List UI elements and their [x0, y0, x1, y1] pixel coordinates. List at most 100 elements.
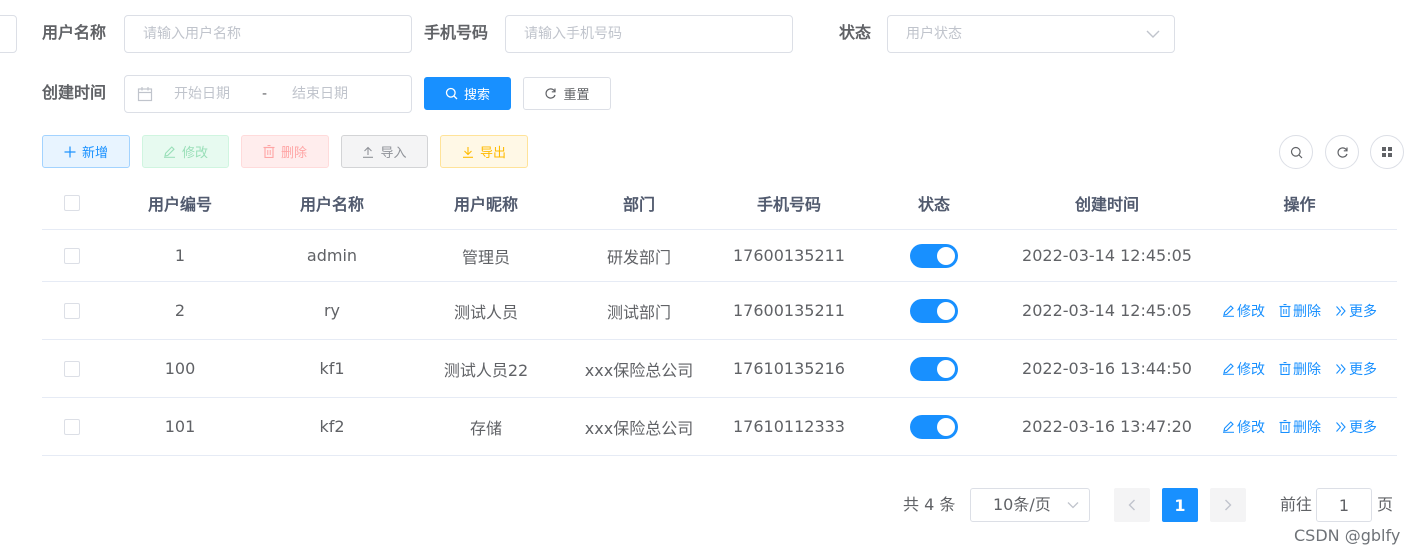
add-button[interactable]: 新增	[42, 135, 130, 168]
date-separator: -	[262, 86, 268, 102]
status-placeholder: 用户状态	[906, 26, 962, 42]
status-switch[interactable]	[910, 414, 958, 439]
select-all-checkbox[interactable]	[64, 194, 80, 211]
cut-off-input[interactable]	[0, 15, 17, 53]
row-edit-link[interactable]: 修改	[1222, 301, 1265, 321]
refresh-icon	[545, 88, 557, 99]
row-checkbox[interactable]	[64, 360, 80, 377]
delete-button-label: 删除	[280, 146, 307, 161]
row-checkbox[interactable]	[64, 418, 80, 435]
refresh-button[interactable]	[1325, 135, 1359, 169]
nickname-cell: 存储	[469, 418, 502, 438]
actions-cell: 修改 删除 更多	[1212, 282, 1387, 339]
next-page-button[interactable]	[1210, 488, 1246, 522]
row-edit-label: 修改	[1237, 361, 1265, 378]
start-date-placeholder[interactable]: 开始日期	[174, 76, 230, 112]
row-more-link[interactable]: 更多	[1335, 417, 1377, 437]
row-more-label: 更多	[1349, 419, 1377, 436]
status-label: 状态	[839, 23, 872, 42]
user-id-cell: 1	[174, 246, 186, 265]
phone-cell: 17610112333	[733, 417, 845, 436]
phone-cell: 17610135216	[733, 359, 845, 378]
table-row: 100 kf1 测试人员22 xxx保险总公司 17610135216 2022-03-1…	[42, 340, 1397, 398]
row-edit-label: 修改	[1237, 303, 1265, 320]
double-chevron-right-icon	[1336, 363, 1346, 374]
export-button[interactable]: 导出	[440, 135, 528, 168]
end-date-placeholder[interactable]: 结束日期	[292, 76, 348, 112]
username-label: 用户名称	[42, 23, 107, 42]
toggle-search-button[interactable]	[1279, 135, 1313, 169]
header-created: 创建时间	[1074, 194, 1139, 214]
row-delete-link[interactable]: 删除	[1279, 417, 1321, 437]
edit-button-label: 修改	[181, 146, 208, 161]
phone-input[interactable]: 请输入手机号码	[505, 15, 793, 53]
import-button[interactable]: 导入	[341, 135, 428, 168]
status-cell	[866, 230, 1002, 281]
edit-icon	[1223, 305, 1234, 317]
row-more-link[interactable]: 更多	[1335, 359, 1377, 379]
created-cell: 2022-03-16 13:44:50	[1022, 359, 1192, 378]
username-cell: kf1	[319, 359, 345, 378]
edit-button[interactable]: 修改	[142, 135, 229, 168]
row-delete-label: 删除	[1293, 303, 1321, 320]
grid-icon	[1382, 147, 1392, 157]
reset-button-label: 重置	[563, 88, 590, 103]
status-cell	[866, 340, 1002, 397]
edit-icon	[1223, 363, 1234, 375]
status-cell	[866, 282, 1002, 339]
columns-button[interactable]	[1370, 135, 1404, 169]
calendar-icon	[137, 87, 153, 102]
dept-cell: xxx保险总公司	[584, 418, 694, 438]
reset-button[interactable]: 重置	[523, 77, 611, 110]
row-delete-label: 删除	[1293, 361, 1321, 378]
status-select[interactable]: 用户状态	[887, 15, 1175, 53]
search-button[interactable]: 搜索	[424, 77, 511, 110]
table-row: 1 admin 管理员 研发部门 17600135211 2022-03-14 12:45…	[42, 230, 1397, 282]
status-switch[interactable]	[910, 298, 958, 323]
delete-button[interactable]: 删除	[241, 135, 329, 168]
status-switch[interactable]	[910, 243, 958, 268]
actions-cell	[1212, 230, 1387, 281]
user-id-cell: 100	[164, 359, 196, 378]
created-cell: 2022-03-14 12:45:05	[1022, 246, 1192, 265]
row-edit-link[interactable]: 修改	[1222, 359, 1265, 379]
add-button-label: 新增	[81, 146, 108, 161]
plus-icon	[64, 146, 76, 157]
header-nickname: 用户昵称	[453, 194, 518, 214]
trash-icon	[1279, 304, 1291, 317]
import-button-label: 导入	[380, 146, 407, 161]
date-range-picker[interactable]: 开始日期 - 结束日期	[124, 75, 412, 113]
dept-cell: xxx保险总公司	[584, 360, 694, 380]
page-size-value: 10条/页	[993, 495, 1051, 514]
search-button-label: 搜索	[463, 88, 490, 103]
username-cell: admin	[306, 246, 358, 265]
row-checkbox[interactable]	[64, 302, 80, 319]
row-delete-link[interactable]: 删除	[1279, 301, 1321, 321]
upload-icon	[363, 146, 374, 158]
search-icon	[445, 87, 458, 100]
page-size-select[interactable]: 10条/页	[970, 488, 1090, 522]
table-header-row: 用户编号 用户名称 用户昵称 部门 手机号码 状态 创建时间 操作	[42, 176, 1397, 230]
trash-icon	[1279, 420, 1291, 433]
goto-page-input[interactable]: 1	[1316, 488, 1372, 522]
search-icon	[1290, 146, 1302, 158]
status-cell	[866, 398, 1002, 455]
watermark: CSDN @gblfy	[1294, 526, 1401, 545]
status-switch[interactable]	[910, 356, 958, 381]
download-icon	[462, 146, 473, 158]
chevron-down-icon	[1146, 30, 1160, 38]
row-delete-link[interactable]: 删除	[1279, 359, 1321, 379]
row-more-link[interactable]: 更多	[1335, 301, 1377, 321]
table-row: 101 kf2 存储 xxx保险总公司 17610112333 2022-03-16 13…	[42, 398, 1397, 456]
username-input[interactable]: 请输入用户名称	[124, 15, 412, 53]
row-checkbox[interactable]	[64, 247, 80, 264]
dept-cell: 研发部门	[606, 247, 671, 267]
created-time-label: 创建时间	[42, 83, 107, 102]
refresh-icon	[1336, 146, 1348, 158]
page-1-button[interactable]: 1	[1162, 488, 1198, 522]
row-edit-link[interactable]: 修改	[1222, 417, 1265, 437]
nickname-cell: 测试人员22	[443, 360, 529, 380]
row-select-cell	[42, 230, 102, 281]
select-all-cell	[42, 176, 102, 229]
prev-page-button[interactable]	[1114, 488, 1150, 522]
